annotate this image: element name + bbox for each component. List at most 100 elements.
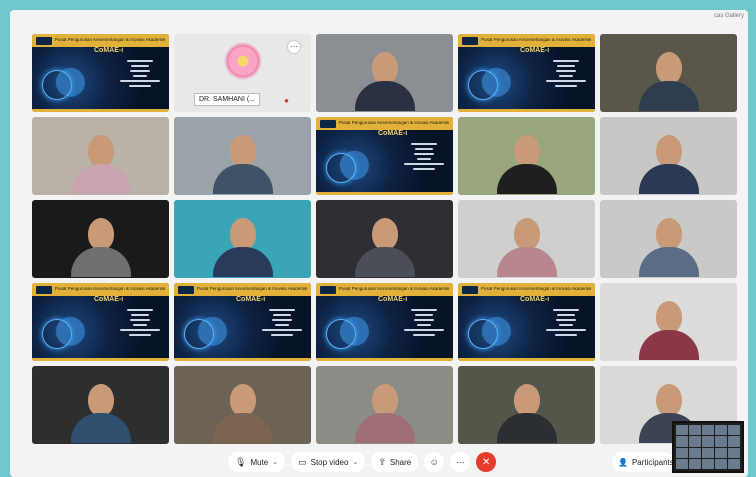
participant-tile[interactable]: ⋯ DR. SAMHANI (... ● xyxy=(174,34,311,112)
video-camera-icon: ▭ xyxy=(298,456,307,467)
banner-title: Pusat Pengurusan Kecemerlangan & Inovasi… xyxy=(339,287,450,292)
participant-video xyxy=(496,135,557,194)
logo-icon xyxy=(320,285,336,294)
logo-icon xyxy=(178,285,194,294)
banner-header: Pusat Pengurusan Kecemerlangan & Inovasi… xyxy=(316,117,453,130)
more-icon: ⋯ xyxy=(455,456,465,467)
torso xyxy=(70,164,131,194)
video-gallery-grid: Pusat Pengurusan Kecemerlangan & Inovasi… xyxy=(32,34,737,444)
end-meeting-button[interactable]: ✕ xyxy=(476,452,497,472)
banner-subtitle: CoMAE-i xyxy=(94,296,124,303)
torso xyxy=(638,330,699,360)
window-view-label[interactable]: cas Gallery xyxy=(714,13,744,19)
mute-button[interactable]: 🎙 Mute ⌄ xyxy=(228,452,286,472)
banner-footer xyxy=(458,109,595,112)
participant-tile[interactable] xyxy=(600,283,737,361)
banner-title: Pusat Pengurusan Kecemerlangan & Inovasi… xyxy=(339,121,450,126)
share-icon: ⇪ xyxy=(378,456,386,467)
participant-tile[interactable] xyxy=(600,34,737,112)
torso xyxy=(496,247,557,277)
torso xyxy=(354,81,415,111)
logo-icon xyxy=(36,36,52,45)
banner-subtitle: CoMAE-i xyxy=(520,47,550,54)
participant-tile[interactable] xyxy=(32,200,169,278)
participant-name: DR. SAMHANI (... xyxy=(194,93,261,106)
participant-tile[interactable] xyxy=(600,200,737,278)
participant-tile[interactable]: Pusat Pengurusan Kecemerlangan & Inovasi… xyxy=(32,283,169,361)
face xyxy=(655,384,682,416)
participants-icon: 👤 xyxy=(618,457,628,467)
participant-tile[interactable] xyxy=(174,366,311,444)
participant-tile[interactable]: Pusat Pengurusan Kecemerlangan & Inovasi… xyxy=(458,34,595,112)
participant-video xyxy=(70,384,131,443)
banner-text-lines xyxy=(259,309,305,336)
torso xyxy=(354,247,415,277)
face xyxy=(655,301,682,333)
participant-tile[interactable] xyxy=(458,117,595,195)
participant-tile[interactable] xyxy=(458,366,595,444)
banner-footer xyxy=(32,358,169,361)
circuit-graphic xyxy=(326,153,356,183)
torso xyxy=(496,164,557,194)
participant-tile[interactable]: Pusat Pengurusan Kecemerlangan & Inovasi… xyxy=(174,283,311,361)
microphone-icon: 🎙 xyxy=(235,456,247,467)
face xyxy=(229,384,256,416)
banner-title: Pusat Pengurusan Kecemerlangan & Inovasi… xyxy=(55,38,166,43)
torso xyxy=(70,247,131,277)
torso xyxy=(212,164,273,194)
participants-label: Participants xyxy=(631,457,674,467)
share-button[interactable]: ⇪ Share xyxy=(371,452,419,472)
face xyxy=(513,218,540,250)
participant-tile[interactable] xyxy=(316,200,453,278)
banner-header: Pusat Pengurusan Kecemerlangan & Inovasi… xyxy=(458,283,595,296)
participant-tile[interactable] xyxy=(174,200,311,278)
face xyxy=(371,218,398,250)
meeting-window: cas Gallery Pusat Pengurusan Kecemerlang… xyxy=(10,10,748,477)
participants-button[interactable]: 👤 Participants xyxy=(612,452,674,472)
participant-tile[interactable]: Pusat Pengurusan Kecemerlangan & Inovasi… xyxy=(32,34,169,112)
face xyxy=(655,218,682,250)
participant-tile[interactable] xyxy=(316,34,453,112)
face xyxy=(229,135,256,167)
participant-tile[interactable]: Pusat Pengurusan Kecemerlangan & Inovasi… xyxy=(458,283,595,361)
mic-off-icon: ● xyxy=(284,96,289,105)
participant-video xyxy=(70,135,131,194)
participant-tile[interactable] xyxy=(32,117,169,195)
participant-tile[interactable] xyxy=(316,366,453,444)
participant-video xyxy=(354,384,415,443)
banner-footer xyxy=(32,109,169,112)
banner-text-lines xyxy=(401,143,447,170)
banner-header: Pusat Pengurusan Kecemerlangan & Inovasi… xyxy=(458,34,595,47)
close-icon: ✕ xyxy=(482,456,491,468)
torso xyxy=(638,164,699,194)
meeting-toolbar: 🎙 Mute ⌄ ▭ Stop video ⌄ ⇪ Share ☺ ⋯ ✕ xyxy=(228,449,497,475)
more-options-button[interactable]: ⋯ xyxy=(450,452,471,472)
participant-video xyxy=(638,301,699,360)
banner-header: Pusat Pengurusan Kecemerlangan & Inovasi… xyxy=(32,34,169,47)
more-icon[interactable]: ⋯ xyxy=(287,40,301,54)
banner-header: Pusat Pengurusan Kecemerlangan & Inovasi… xyxy=(316,283,453,296)
avatar xyxy=(223,42,262,80)
participant-tile[interactable] xyxy=(174,117,311,195)
chevron-down-icon[interactable]: ⌄ xyxy=(272,458,278,466)
participant-tile[interactable] xyxy=(600,117,737,195)
torso xyxy=(496,413,557,443)
torso xyxy=(70,413,131,443)
participant-tile[interactable] xyxy=(458,200,595,278)
participant-tile[interactable]: Pusat Pengurusan Kecemerlangan & Inovasi… xyxy=(316,283,453,361)
face xyxy=(655,52,682,84)
participant-video xyxy=(638,52,699,111)
banner-subtitle: CoMAE-i xyxy=(236,296,266,303)
self-view-thumbnail[interactable] xyxy=(672,421,744,473)
participant-video xyxy=(212,384,273,443)
reactions-button[interactable]: ☺ xyxy=(424,452,445,472)
stop-video-button[interactable]: ▭ Stop video ⌄ xyxy=(291,452,366,472)
circuit-graphic xyxy=(184,319,214,349)
participant-tile[interactable]: Pusat Pengurusan Kecemerlangan & Inovasi… xyxy=(316,117,453,195)
logo-icon xyxy=(462,36,478,45)
participant-tile[interactable] xyxy=(32,366,169,444)
participant-video xyxy=(496,384,557,443)
banner-subtitle: CoMAE-i xyxy=(94,47,124,54)
chevron-down-icon[interactable]: ⌄ xyxy=(352,458,358,466)
circuit-graphic xyxy=(42,319,72,349)
